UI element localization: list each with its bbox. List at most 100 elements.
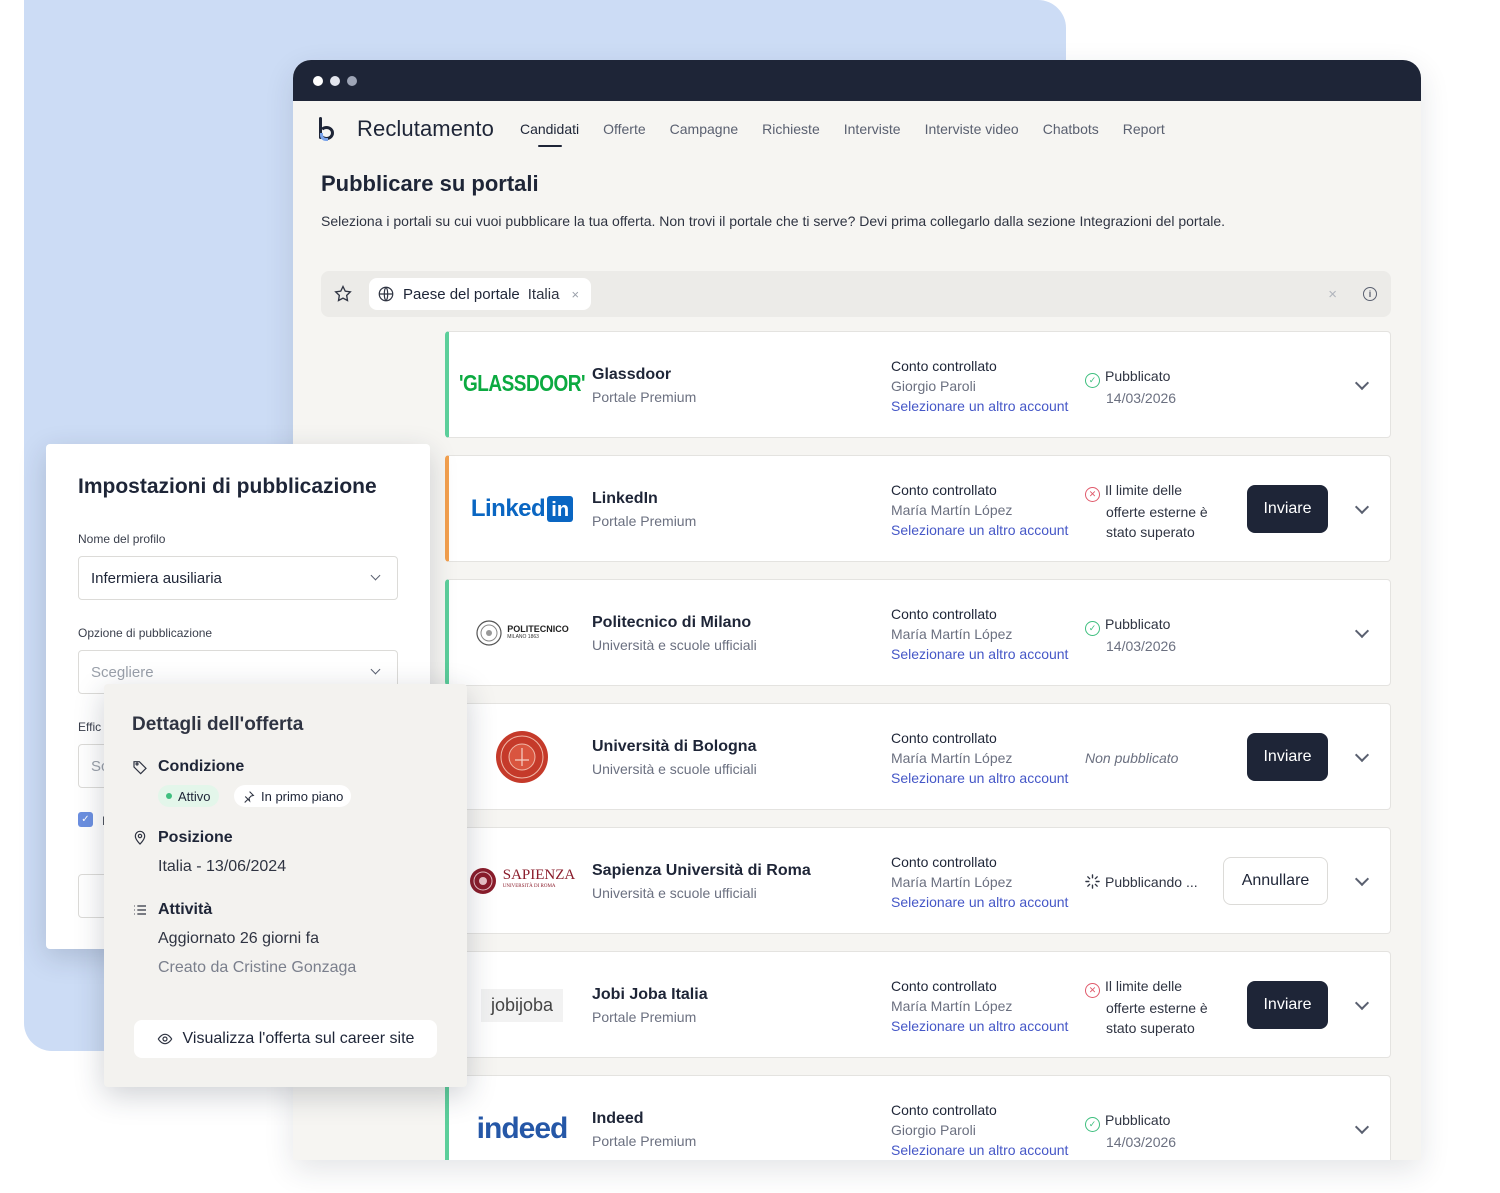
nav-item-interviste[interactable]: Interviste (844, 101, 901, 157)
position-value: Italia - 13/06/2024 (158, 858, 287, 875)
activity-section: Attività (132, 901, 212, 919)
nav-item-richieste[interactable]: Richieste (762, 101, 820, 157)
chevron-down-icon[interactable] (1354, 1119, 1370, 1135)
view-on-career-site-button[interactable]: Visualizza l'offerta sul career site (134, 1020, 437, 1058)
status-text: stato superato (1106, 524, 1195, 540)
account-label: Conto controllato (891, 482, 997, 498)
profile-name-value: Infermiera ausiliaria (91, 569, 222, 587)
select-account-link[interactable]: Selezionare un altro account (891, 520, 1068, 540)
error-circle-icon: ✕ (1085, 487, 1100, 502)
list-icon (134, 905, 146, 915)
nav-item-candidati[interactable]: Candidati (520, 101, 579, 157)
nav-item-chatbots[interactable]: Chatbots (1043, 101, 1099, 157)
select-account-link[interactable]: Selezionare un altro account (891, 768, 1068, 788)
clear-filters-icon[interactable]: × (1328, 286, 1337, 303)
account-name: María Martín López (891, 874, 1013, 890)
status-publishing: Pubblicando ... (1085, 872, 1198, 892)
select-account-link[interactable]: Selezionare un altro account (891, 644, 1068, 664)
send-button[interactable]: Inviare (1247, 733, 1328, 781)
jobijoba-logo: jobijoba (467, 972, 577, 1038)
efficiency-label: Effic (78, 720, 102, 734)
status-badge-active: Attivo (158, 785, 219, 807)
account-label: Conto controllato (891, 358, 997, 374)
glassdoor-logo: 'GLASSDOOR' (459, 371, 586, 397)
profile-name-select[interactable]: Infermiera ausiliaria (78, 556, 398, 600)
status-date: 14/03/2026 (1106, 390, 1177, 406)
window-dot-icon (313, 75, 323, 86)
portal-type: Università e scuole ufficiali (592, 885, 757, 901)
account-info: Conto controllato María Martín López Sel… (891, 852, 1068, 912)
account-info: Conto controllato Giorgio Paroli Selezio… (891, 1100, 1068, 1160)
location-pin-icon (134, 830, 146, 845)
filter-chip-country[interactable]: Paese del portale Italia × (369, 278, 592, 310)
filter-chip-value: Italia (527, 285, 560, 303)
activity-label: Attività (158, 901, 213, 918)
condition-section: Condizione (132, 758, 244, 776)
portal-row-indeed: indeed Indeed Portale Premium Conto cont… (445, 1075, 1391, 1160)
page-title: Pubblicare su portali (321, 171, 539, 196)
portal-name: Glassdoor (592, 366, 672, 383)
featured-badge-label: In primo piano (261, 788, 344, 804)
sapienza-logo: SAPIENZA UNIVERSITÀ DI ROMA (467, 848, 577, 914)
select-account-link[interactable]: Selezionare un altro account (891, 892, 1068, 912)
nav-item-interviste-video[interactable]: Interviste video (925, 101, 1019, 157)
eye-icon (157, 1033, 172, 1045)
chevron-down-icon[interactable] (1354, 871, 1370, 887)
spinner-icon (1085, 874, 1100, 889)
portal-name: LinkedIn (592, 490, 658, 507)
info-icon[interactable]: i (1363, 287, 1377, 301)
publication-option-placeholder: Scegliere (91, 663, 154, 681)
close-icon[interactable]: × (571, 287, 579, 302)
status-date: 14/03/2026 (1106, 1134, 1177, 1150)
check-circle-icon: ✓ (1085, 1117, 1100, 1132)
nav-item-offerte[interactable]: Offerte (603, 101, 646, 157)
portal-name: Università di Bologna (592, 738, 757, 755)
send-button[interactable]: Inviare (1247, 485, 1328, 533)
account-label: Conto controllato (891, 854, 997, 870)
politecnico-logo: POLITECNICO MILANO 1863 (467, 600, 577, 666)
status-published: ✓ Pubblicato 14/03/2026 (1085, 366, 1176, 408)
details-title: Dettagli dell'offerta (132, 714, 304, 735)
chevron-down-icon[interactable] (1354, 375, 1370, 391)
chevron-down-icon[interactable] (1354, 623, 1370, 639)
updated-text: Aggiornato 26 giorni fa (158, 930, 319, 947)
send-button[interactable]: Inviare (1247, 981, 1328, 1029)
account-name: Giorgio Paroli (891, 1122, 976, 1138)
select-account-link[interactable]: Selezionare un altro account (891, 1016, 1068, 1036)
portal-type: Portale Premium (592, 1133, 697, 1149)
window-dot-icon (330, 75, 340, 86)
portal-type: Portale Premium (592, 389, 697, 405)
chevron-down-icon[interactable] (1354, 499, 1370, 515)
bologna-logo (467, 724, 577, 790)
account-info: Conto controllato Giorgio Paroli Selezio… (891, 356, 1068, 416)
portal-type: Portale Premium (592, 1009, 697, 1025)
portal-type: Portale Premium (592, 513, 697, 529)
created-by-text: Creato da Cristine Gonzaga (158, 959, 357, 976)
checkbox[interactable]: ✓ (78, 812, 93, 827)
star-icon[interactable] (333, 284, 353, 304)
status-text: stato superato (1106, 1020, 1195, 1036)
portal-type: Università e scuole ufficiali (592, 761, 757, 777)
indeed-logo: indeed (476, 1112, 569, 1145)
select-account-link[interactable]: Selezionare un altro account (891, 1140, 1068, 1160)
portal-name: Sapienza Università di Roma (592, 862, 811, 879)
politecnico-seal-icon (476, 620, 502, 646)
account-info: Conto controllato María Martín López Sel… (891, 728, 1068, 788)
select-account-link[interactable]: Selezionare un altro account (891, 396, 1068, 416)
profile-name-label: Nome del profilo (78, 532, 166, 546)
portal-row-glassdoor: 'GLASSDOOR' Glassdoor Portale Premium Co… (445, 331, 1391, 438)
cancel-button[interactable]: Annullare (1223, 857, 1328, 905)
pin-icon (244, 790, 255, 803)
chevron-down-icon[interactable] (1354, 995, 1370, 1011)
portal-row-sapienza: SAPIENZA UNIVERSITÀ DI ROMA Sapienza Uni… (445, 827, 1391, 934)
nav-item-campagne[interactable]: Campagne (670, 101, 739, 157)
view-button-label: Visualizza l'offerta sul career site (182, 1030, 415, 1047)
status-error: ✕ Il limite delle offerte esterne è stato… (1085, 480, 1208, 542)
nav-item-report[interactable]: Report (1123, 101, 1165, 157)
account-name: María Martín López (891, 626, 1013, 642)
bologna-seal-icon (496, 731, 548, 783)
chevron-down-icon[interactable] (1354, 747, 1370, 763)
window-titlebar (293, 60, 1421, 101)
portal-row-linkedin: Linked in LinkedIn Portale Premium Conto … (445, 455, 1391, 562)
filter-chip-label: Paese del portale (403, 285, 520, 303)
